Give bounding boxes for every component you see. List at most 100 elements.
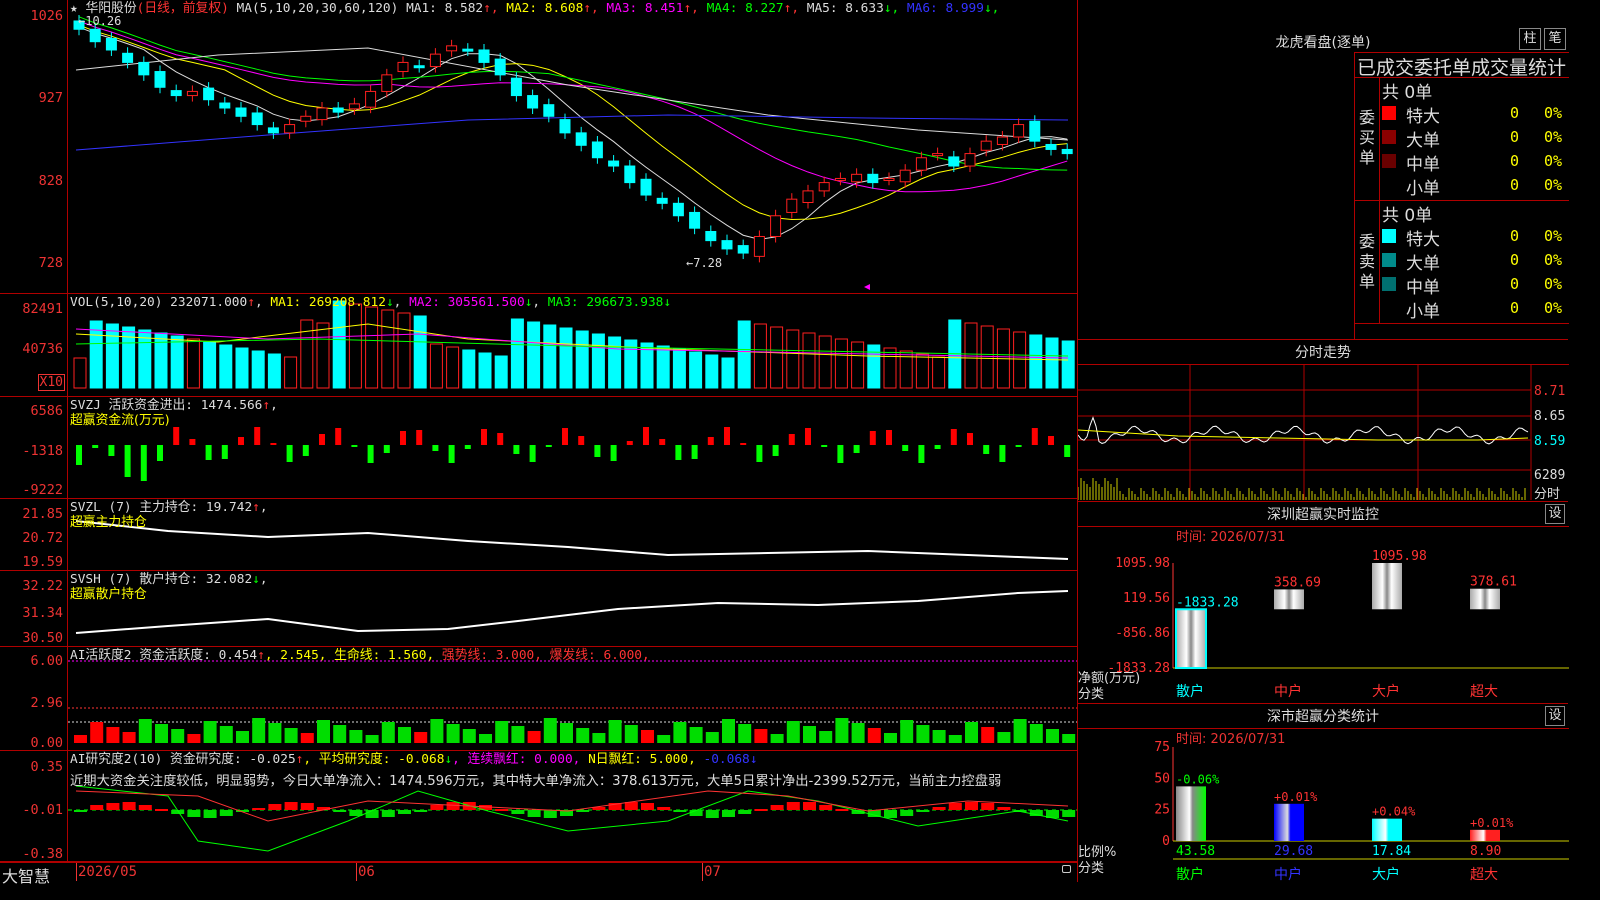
research-bar — [106, 803, 120, 810]
svzj-axis: 6586 -1318 -9222 — [0, 397, 68, 498]
classify-change-label: +0.01% — [1274, 790, 1318, 804]
order-value: 0 — [1510, 104, 1520, 122]
ai-active-panel[interactable]: 6.00 2.96 0.00 AI活跃度2 资金活跃度: 0.454↑, 2.5… — [0, 647, 1077, 751]
active-bar — [965, 722, 978, 743]
monitor-category-label: 分类 — [1078, 687, 1105, 702]
lock-icon[interactable] — [1062, 865, 1071, 873]
volume-bar — [122, 326, 136, 389]
research-bar — [657, 807, 671, 810]
pen-mode-button[interactable]: 笔 — [1544, 28, 1566, 50]
candle — [170, 90, 182, 97]
active-bar — [932, 730, 946, 743]
svzl-panel[interactable]: 21.85 20.72 19.59 SVZL (7) 主力持仓: 19.742↑… — [0, 499, 1077, 571]
intraday-price-label: 8.59 — [1534, 434, 1566, 449]
bar-mode-button[interactable]: 柱 — [1519, 28, 1541, 50]
classify-value-label: 8.90 — [1470, 844, 1501, 859]
order-percent: 0% — [1544, 275, 1563, 293]
flow-bar — [1048, 436, 1054, 445]
classify-category: 中户 — [1274, 866, 1302, 883]
chart-mode[interactable]: (日线，前复权) — [137, 1, 229, 16]
svsh-panel[interactable]: 32.22 31.34 30.50 SVSH (7) 散户持仓: 32.082↓… — [0, 571, 1077, 647]
ai-research-panel[interactable]: 0.35 -0.01 -0.38 AI研究度2(10) 资金研究度: -0.02… — [0, 751, 1077, 862]
flow-bar — [432, 445, 439, 451]
candle — [608, 160, 620, 167]
flow-bar — [659, 439, 666, 445]
sell-side-label: 委卖单 — [1359, 232, 1376, 291]
dragon-tiger-subtitle: 已成交委托单成交量统计 — [1357, 57, 1567, 79]
flow-bar — [367, 445, 374, 463]
active-bar — [106, 727, 120, 743]
active-bar — [819, 731, 833, 743]
flow-bar — [173, 427, 180, 445]
volume-bar — [251, 350, 265, 389]
brand-label[interactable]: 大智慧 — [2, 863, 50, 887]
volume-axis: 82491 40736 X10 — [0, 294, 68, 396]
kline-plot[interactable] — [68, 0, 1077, 293]
classify-bar-chart[interactable]: 75 50 25 0 -0.06% 43.58 散户 +0.01% 29.68 中户 +0.04% 1… — [1078, 704, 1569, 883]
classify-bar — [1470, 829, 1500, 841]
active-bar — [446, 724, 460, 743]
active-bar — [657, 735, 671, 743]
research-bar — [916, 810, 930, 812]
research-bar — [381, 810, 395, 817]
research-bar — [754, 809, 768, 811]
candlestick-chart[interactable] — [68, 0, 1077, 294]
svsh-header: SVSH (7) 散户持仓: 32.082↓, 超赢散户持仓 — [70, 572, 268, 602]
candle — [510, 77, 522, 97]
active-bar — [624, 725, 638, 743]
order-color-swatch — [1382, 130, 1396, 144]
volume-bar — [753, 323, 767, 389]
active-bar — [138, 719, 152, 743]
candle — [834, 177, 846, 181]
ai-research-chart[interactable] — [68, 751, 1077, 862]
classify-y-label: 0 — [1162, 834, 1170, 849]
active-bar — [705, 732, 719, 743]
classify-value-label: 17.84 — [1372, 844, 1411, 859]
ma-value-6: MA6: 8.999↓, — [899, 1, 1000, 16]
order-value: 0 — [1510, 128, 1520, 146]
flow-bar — [545, 445, 552, 447]
flow-bar — [335, 428, 342, 445]
active-bar — [90, 722, 104, 743]
flow-bar — [140, 445, 147, 481]
classify-panel[interactable]: 深市超赢分类统计 设 时间: 2026/07/31 75 50 25 0 -0.06% 4… — [1077, 703, 1569, 883]
order-color-swatch — [1382, 253, 1396, 267]
volume-unit-badge[interactable]: X10 — [37, 374, 65, 391]
flow-bar — [221, 445, 228, 459]
research-bar — [722, 810, 735, 817]
volume-bar — [462, 349, 476, 389]
active-bar — [430, 719, 444, 743]
order-color-swatch — [1382, 106, 1396, 120]
monitor-bar-label: -1833.28 — [1176, 595, 1239, 610]
kline-panel[interactable]: 1026 927 828 728 ★ 华阳股份(日线，前复权) MA(5,10,… — [0, 0, 1077, 294]
candle — [446, 45, 458, 52]
research-line — [75, 785, 1069, 852]
candle — [381, 74, 393, 92]
monitor-y-label: -856.86 — [1115, 626, 1170, 641]
ma-values: MA1: 8.582↑, MA2: 8.608↑, MA3: 8.451↑, M… — [406, 1, 999, 16]
volume-bar — [932, 356, 946, 389]
intraday-avg-line — [1078, 429, 1529, 441]
research-bar — [284, 802, 298, 810]
intraday-panel[interactable]: 分时走势 8.71 8.65 8.59 6289 分时 — [1077, 339, 1569, 502]
monitor-bar-chart[interactable]: 1095.98119.56-856.86-1833.28-1833.28散户35… — [1078, 502, 1569, 704]
active-bar — [770, 734, 784, 743]
volume-bar — [397, 312, 411, 389]
flow-bar — [918, 445, 925, 463]
candle — [964, 153, 976, 167]
research-bar — [398, 810, 411, 814]
intraday-chart[interactable] — [1078, 340, 1569, 502]
order-percent: 0% — [1544, 251, 1563, 269]
research-bar — [187, 810, 201, 817]
candle — [996, 136, 1008, 145]
svzj-panel[interactable]: 6586 -1318 -9222 SVZJ 活跃资金进出: 1474.566↑,… — [0, 397, 1077, 499]
classify-category: 散户 — [1176, 866, 1204, 883]
monitor-panel[interactable]: 深圳超赢实时监控 设 时间: 2026/07/31 1095.98 119.56-… — [1077, 501, 1569, 704]
research-bar — [219, 810, 233, 816]
volume-panel[interactable]: 82491 40736 X10 VOL(5,10,20) 232071.000↑… — [0, 294, 1077, 397]
flow-bar — [626, 441, 633, 445]
dragon-tiger-panel[interactable]: 龙虎看盘(逐单) 柱 笔 已成交委托单成交量统计 委买单 委卖单 共 0单 特大 0… — [1077, 0, 1569, 339]
volume-bar — [543, 324, 557, 389]
price-label: 1026 — [30, 8, 63, 24]
flow-bar — [967, 433, 973, 445]
